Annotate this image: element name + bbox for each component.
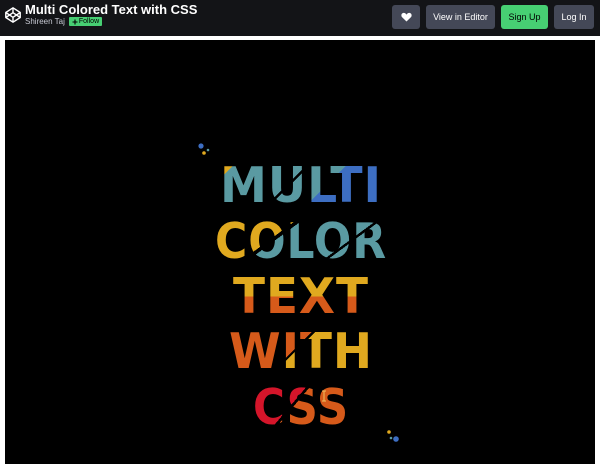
preview-area[interactable]: MULTI COLOR TEXT WITH CSS xyxy=(5,40,595,464)
sign-up-button[interactable]: Sign Up xyxy=(501,5,548,29)
art-line-color: COLOR xyxy=(215,213,387,270)
art-line-css: CSS xyxy=(253,379,349,436)
heart-button[interactable] xyxy=(392,5,420,29)
confetti-dots-top xyxy=(198,143,210,155)
author-row: Shireen Taj Follow xyxy=(25,17,103,26)
art-line-with: WITH xyxy=(229,323,373,380)
follow-button[interactable]: Follow xyxy=(68,17,103,26)
author-name[interactable]: Shireen Taj xyxy=(25,17,65,26)
heart-icon xyxy=(400,12,412,22)
multicolor-text-art: MULTI COLOR TEXT WITH CSS xyxy=(198,143,399,442)
codepen-logo-icon[interactable] xyxy=(4,6,22,24)
view-in-editor-button[interactable]: View in Editor xyxy=(426,5,495,29)
plus-icon xyxy=(72,19,78,24)
confetti-dots-bottom xyxy=(387,430,399,442)
art-line-text: TEXT xyxy=(233,268,369,325)
pen-title: Multi Colored Text with CSS xyxy=(25,2,198,17)
log-in-button[interactable]: Log In xyxy=(554,5,594,29)
follow-label: Follow xyxy=(78,18,100,25)
top-bar: Multi Colored Text with CSS Shireen Taj … xyxy=(0,0,600,36)
art-line-multi: MULTI xyxy=(220,157,382,214)
